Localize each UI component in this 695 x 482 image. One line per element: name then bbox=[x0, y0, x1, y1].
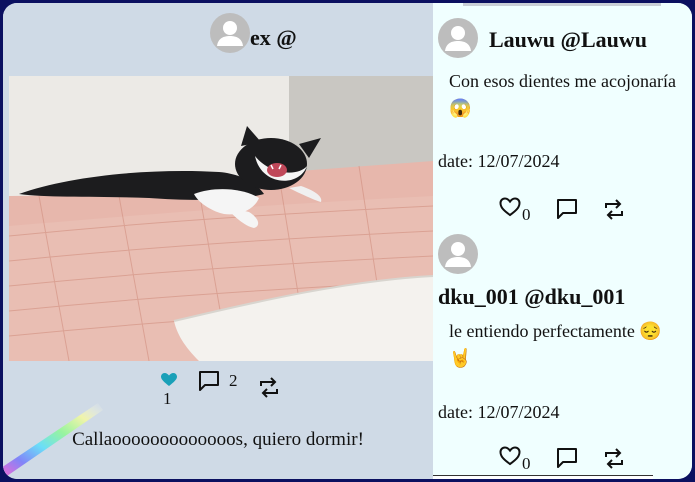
app-window: ex @ 1 2 Callaooooooooooooos, quiero dor… bbox=[3, 3, 692, 479]
repost-button[interactable] bbox=[603, 197, 625, 223]
like-button[interactable] bbox=[161, 373, 177, 387]
comment-text: Con esos dientes me acojonaría 😱 bbox=[449, 71, 676, 118]
heart-filled-icon bbox=[161, 373, 177, 386]
comment-icon bbox=[557, 448, 577, 468]
comment-actions: 0 bbox=[493, 195, 633, 229]
comment-button[interactable] bbox=[555, 446, 579, 470]
comments-panel: Lauwu @Lauwu Con esos dientes me acojona… bbox=[433, 3, 692, 479]
avatar[interactable] bbox=[438, 18, 478, 58]
post-author-handle[interactable]: ex @ bbox=[250, 25, 297, 51]
comment-actions: 0 bbox=[493, 444, 633, 478]
user-icon bbox=[217, 21, 243, 46]
repost-button[interactable] bbox=[603, 446, 625, 472]
comment-count: 2 bbox=[229, 371, 238, 390]
avatar[interactable] bbox=[438, 234, 478, 274]
user-icon bbox=[445, 26, 471, 51]
repost-icon bbox=[605, 199, 623, 220]
comment-date: date: 12/07/2024 bbox=[438, 151, 560, 171]
comment-icon bbox=[199, 371, 219, 391]
comment-date: date: 12/07/2024 bbox=[438, 402, 560, 422]
comment-button[interactable] bbox=[197, 369, 221, 393]
repost-icon bbox=[260, 377, 278, 398]
comment-text: le entiendo perfectamente 😔 🤘 bbox=[449, 321, 662, 368]
comment-item: dku_001 @dku_001 le entiendo perfectamen… bbox=[433, 234, 692, 474]
like-button[interactable] bbox=[499, 446, 521, 466]
user-icon bbox=[445, 242, 471, 267]
post-panel: ex @ 1 2 Callaooooooooooooos, quiero dor… bbox=[3, 3, 433, 479]
like-count: 0 bbox=[522, 454, 531, 473]
repost-button[interactable] bbox=[258, 375, 280, 401]
rainbow-decoration bbox=[3, 403, 103, 476]
comment-item: Lauwu @Lauwu Con esos dientes me acojona… bbox=[433, 18, 692, 233]
post-actions: 1 2 bbox=[153, 365, 293, 408]
heart-outline-icon bbox=[499, 197, 521, 217]
like-count: 0 bbox=[522, 205, 531, 224]
like-count: 1 bbox=[163, 389, 172, 408]
like-button[interactable] bbox=[499, 197, 521, 217]
avatar[interactable] bbox=[210, 13, 250, 53]
post-header: ex @ bbox=[3, 11, 433, 59]
comment-author-handle[interactable]: Lauwu @Lauwu bbox=[489, 27, 647, 53]
scroll-indicator bbox=[463, 3, 661, 6]
cat-photo bbox=[9, 76, 433, 361]
heart-outline-icon bbox=[499, 446, 521, 466]
comment-button[interactable] bbox=[555, 197, 579, 221]
repost-icon bbox=[605, 448, 623, 469]
comment-author-handle[interactable]: dku_001 @dku_001 bbox=[438, 284, 625, 310]
post-image[interactable] bbox=[9, 76, 433, 361]
next-comment-edge bbox=[433, 475, 653, 479]
comment-icon bbox=[557, 199, 577, 219]
